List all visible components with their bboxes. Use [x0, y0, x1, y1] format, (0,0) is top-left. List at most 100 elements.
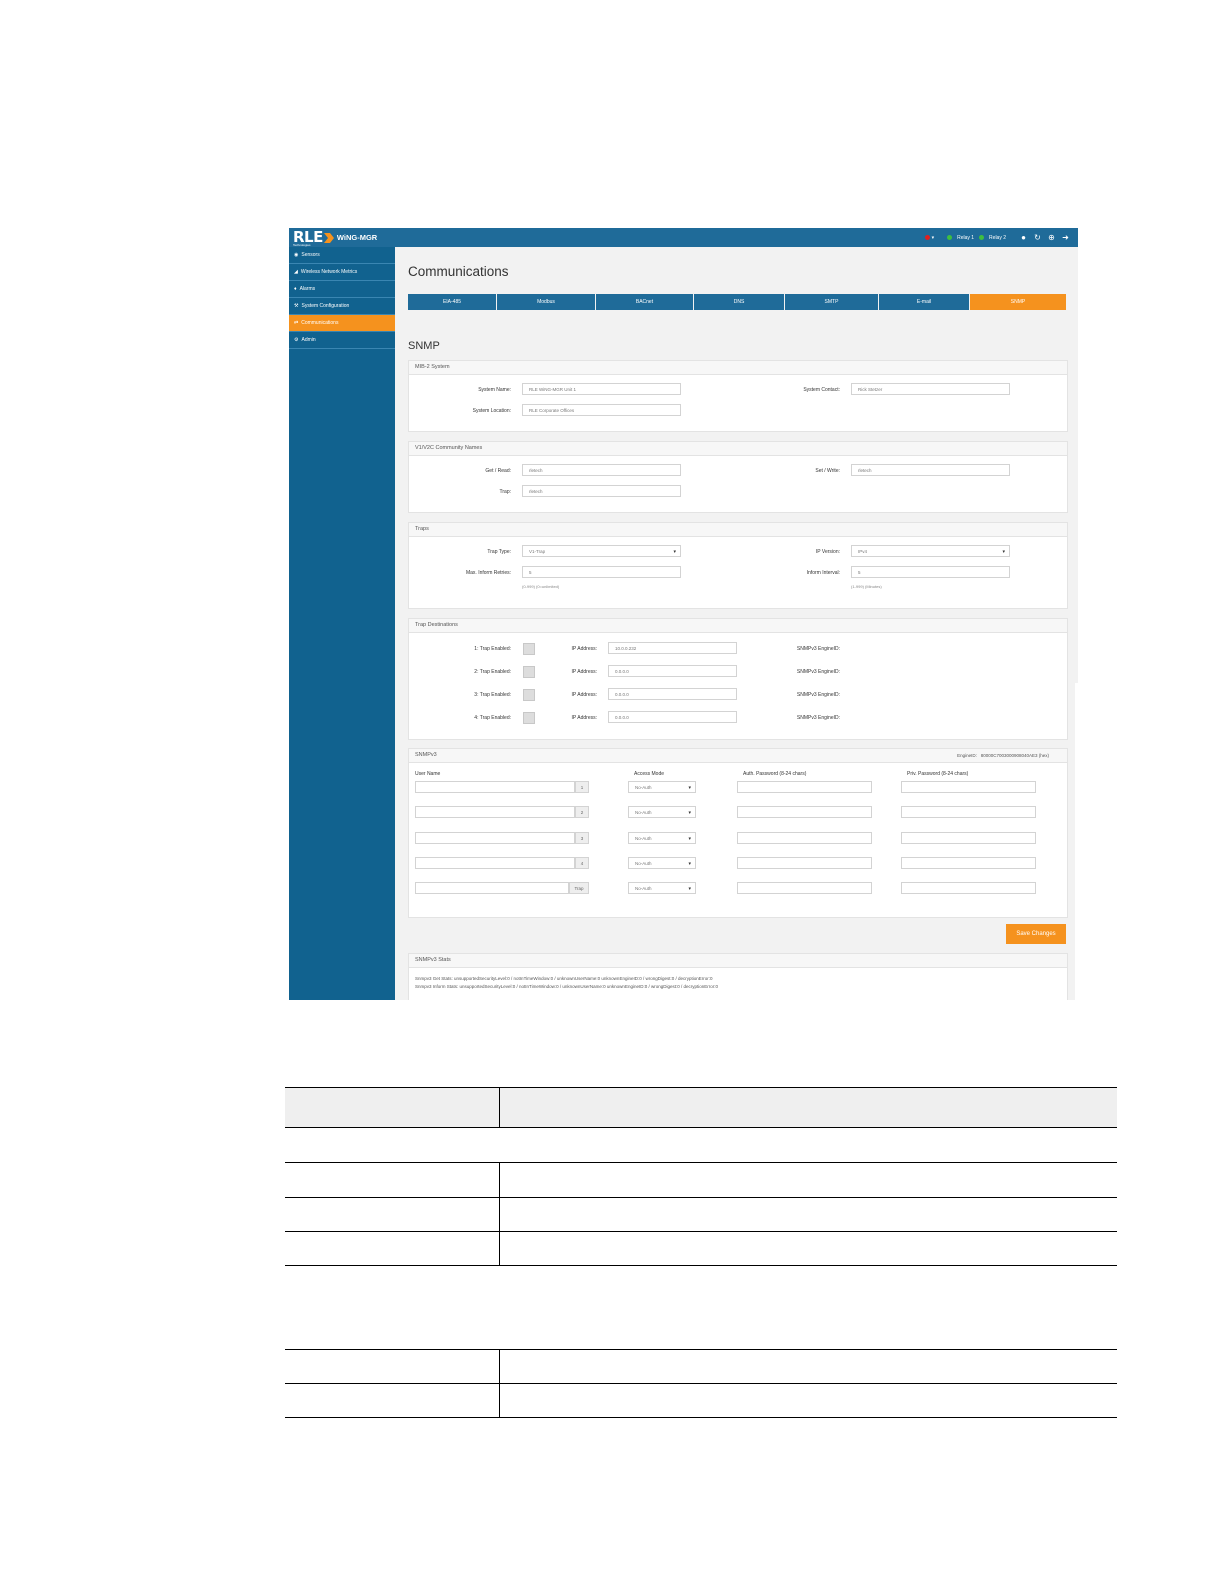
- snmpv3-title: SNMPv3: [415, 752, 437, 758]
- user1-priv-input[interactable]: [901, 781, 1036, 793]
- tab-eia-485[interactable]: EIA-485: [408, 294, 496, 310]
- logo-chevron-icon: [323, 232, 334, 243]
- table-rule: [285, 1127, 1117, 1128]
- relay2-status-icon: [979, 235, 985, 240]
- user4-index: 4: [575, 857, 589, 869]
- user3-priv-input[interactable]: [901, 832, 1036, 844]
- user4-access-select[interactable]: No-Auth: [628, 857, 696, 870]
- panel-heading: Trap Destinations: [409, 619, 1067, 633]
- bell-icon: ♦: [294, 286, 297, 292]
- page-title: Communications: [408, 264, 509, 279]
- system-location-input[interactable]: RLE Corporate Offices: [522, 404, 681, 416]
- stats-inform-line: Snmpv3 Inform Stats: unsupportedSecurity…: [415, 984, 718, 989]
- trap3-ip-input[interactable]: 0.0.0.0: [608, 688, 737, 700]
- trap-type-select[interactable]: V1-Trap: [522, 545, 681, 558]
- system-name-input[interactable]: RLE WiNG-MGR Unit 1: [522, 383, 681, 395]
- trap1-engineid-label: SNMPv3 EngineID:: [796, 646, 840, 652]
- trap-user-priv-input[interactable]: [901, 882, 1036, 894]
- web-ui-screenshot: RLE WiNG-MGR Technologies ▾ Relay 1 Rela…: [289, 228, 1078, 1000]
- col-access-mode: Access Mode: [634, 771, 665, 777]
- rle-logo: RLE WiNG-MGR Technologies: [293, 229, 377, 248]
- tab-dns[interactable]: DNS: [694, 294, 784, 310]
- trap2-enabled-checkbox[interactable]: [523, 666, 535, 678]
- col-auth-password: Auth. Password (8-24 chars): [743, 771, 807, 777]
- user2-priv-input[interactable]: [901, 806, 1036, 818]
- trap1-ip-input[interactable]: 10.0.0.232: [608, 642, 737, 654]
- user1-name-input[interactable]: [415, 781, 575, 793]
- sidebar-item-label: Communications: [301, 320, 339, 326]
- sidebar-item-label: System Configuration: [301, 303, 350, 309]
- user3-auth-input[interactable]: [737, 832, 872, 844]
- trap1-enabled-label: 1: Trap Enabled:: [474, 646, 511, 652]
- user1-auth-input[interactable]: [737, 781, 872, 793]
- trap-type-label: Trap Type:: [487, 549, 511, 555]
- user2-access-select[interactable]: No-Auth: [628, 806, 696, 819]
- globe-icon[interactable]: ⊕: [1047, 233, 1056, 242]
- user4-name-input[interactable]: [415, 857, 575, 869]
- max-retries-label: Max. Inform Retries:: [465, 570, 511, 576]
- sidebar-item-system-configuration[interactable]: ⚒ System Configuration: [289, 298, 395, 315]
- exchange-icon: ⇄: [294, 320, 299, 326]
- engine-id-display: EngineID: 80000C7003000908040AE3 (hex): [957, 749, 1049, 762]
- table-rule: [285, 1231, 1117, 1232]
- user4-priv-input[interactable]: [901, 857, 1036, 869]
- stats-get-line: Snmpv3 Get Stats: unsupportedSecurityLev…: [415, 976, 713, 981]
- save-changes-button[interactable]: Save Changes: [1006, 924, 1066, 944]
- sidebar-item-label: Alarms: [299, 286, 316, 292]
- logout-icon[interactable]: ➜: [1061, 233, 1070, 242]
- max-retries-input[interactable]: 5: [522, 566, 681, 578]
- col-priv-password: Priv. Password (8-24 chars): [907, 771, 969, 777]
- tab-bacnet[interactable]: BACnet: [596, 294, 693, 310]
- tab-snmp[interactable]: SNMP: [970, 294, 1066, 310]
- table-rule: [285, 1265, 1117, 1266]
- table-column-rule: [499, 1349, 500, 1418]
- trap1-enabled-checkbox[interactable]: [523, 643, 535, 655]
- relay1-label: Relay 1: [957, 234, 975, 241]
- main-content: Communications EIA-485 Modbus BACnet DNS…: [395, 247, 1078, 1000]
- signal-icon: ◢: [294, 269, 298, 275]
- tab-email[interactable]: E-mail: [879, 294, 969, 310]
- tab-smtp[interactable]: SMTP: [785, 294, 878, 310]
- table-rule: [285, 1349, 1117, 1350]
- user3-name-input[interactable]: [415, 832, 575, 844]
- ip-version-select[interactable]: IPv4: [851, 545, 1010, 558]
- sidebar-item-sensors[interactable]: ◉ Sensors: [289, 247, 395, 264]
- sidebar-item-wireless-network-metrics[interactable]: ◢ Wireless Network Metrics: [289, 264, 395, 281]
- sensors-icon: ◉: [294, 252, 299, 258]
- panel-heading: Traps: [409, 523, 1067, 537]
- lightbulb-icon[interactable]: ●: [1019, 233, 1028, 242]
- inform-interval-label: Inform Interval:: [806, 570, 840, 576]
- inform-interval-input[interactable]: 5: [851, 566, 1010, 578]
- table-rule: [285, 1197, 1117, 1198]
- sidebar-item-admin[interactable]: ⚙ Admin: [289, 332, 395, 349]
- wrench-icon: ⚒: [294, 303, 299, 309]
- set-write-input[interactable]: rletech: [851, 464, 1010, 476]
- user2-auth-input[interactable]: [737, 806, 872, 818]
- sidebar-item-alarms[interactable]: ♦ Alarms: [289, 281, 395, 298]
- trap-destinations-panel: Trap Destinations 1: Trap Enabled: IP Ad…: [408, 618, 1068, 740]
- trap2-ip-input[interactable]: 0.0.0.0: [608, 665, 737, 677]
- alarm-status[interactable]: ▾: [924, 235, 934, 241]
- refresh-icon[interactable]: ↻: [1033, 233, 1042, 242]
- trap3-enabled-checkbox[interactable]: [523, 689, 535, 701]
- trap4-enabled-checkbox[interactable]: [523, 712, 535, 724]
- trap4-engineid-label: SNMPv3 EngineID:: [796, 715, 840, 721]
- user3-index: 3: [575, 832, 589, 844]
- trap-user-auth-input[interactable]: [737, 882, 872, 894]
- trap-user-access-select[interactable]: No-Auth: [628, 882, 696, 895]
- table-header-row: [285, 1088, 1117, 1127]
- user2-name-input[interactable]: [415, 806, 575, 818]
- system-contact-input[interactable]: Rick Stetzer: [851, 383, 1010, 395]
- trap4-ip-input[interactable]: 0.0.0.0: [608, 711, 737, 723]
- trap3-ip-label: IP Address:: [571, 692, 597, 698]
- user4-auth-input[interactable]: [737, 857, 872, 869]
- user3-access-select[interactable]: No-Auth: [628, 832, 696, 845]
- top-bar: RLE WiNG-MGR Technologies ▾ Relay 1 Rela…: [289, 228, 1078, 247]
- panel-heading: SNMPv3 Stats: [409, 954, 1067, 968]
- tab-modbus[interactable]: Modbus: [497, 294, 595, 310]
- get-read-input[interactable]: rletech: [522, 464, 681, 476]
- sidebar-item-communications[interactable]: ⇄ Communications: [289, 315, 395, 332]
- trap-user-name-input[interactable]: [415, 882, 569, 894]
- user1-access-select[interactable]: No-Auth: [628, 781, 696, 794]
- trap-community-input[interactable]: rletech: [522, 485, 681, 497]
